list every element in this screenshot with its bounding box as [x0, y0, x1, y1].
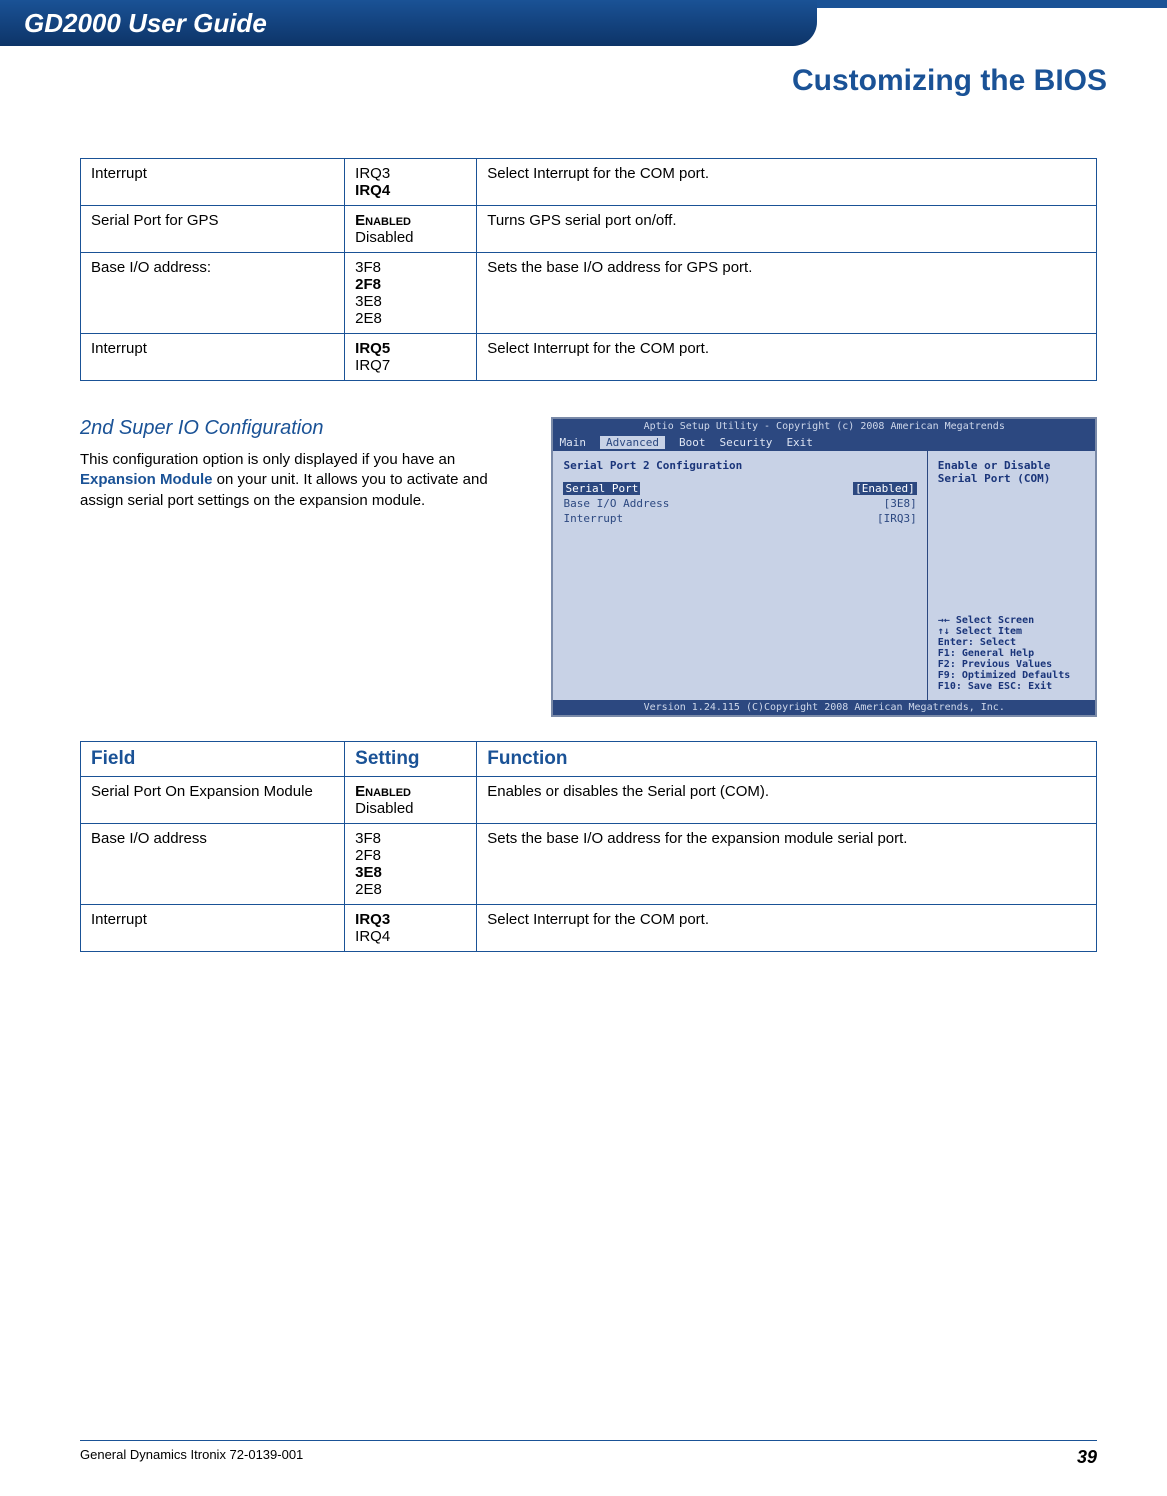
cell-setting: IRQ3IRQ4	[345, 159, 477, 206]
setting-option: 2E8	[355, 310, 466, 327]
cell-field: Base I/O address:	[81, 253, 345, 334]
bios-help-desc: Enable or Disable Serial Port (COM)	[938, 459, 1085, 485]
setting-option: 3F8	[355, 830, 466, 847]
cell-setting: IRQ3IRQ4	[345, 905, 477, 952]
cell-setting: 3F82F83E82E8	[345, 253, 477, 334]
cell-function: Enables or disables the Serial port (COM…	[477, 777, 1097, 824]
th-function: Function	[477, 742, 1097, 777]
cell-setting: IRQ5IRQ7	[345, 334, 477, 381]
setting-option: Disabled	[355, 229, 466, 246]
table-header-row: Field Setting Function	[81, 742, 1097, 777]
setting-option: IRQ3	[355, 165, 466, 182]
bios-right-panel: Enable or Disable Serial Port (COM) →← S…	[928, 451, 1095, 700]
bios-tabs: Main Advanced Boot Security Exit	[553, 434, 1095, 451]
cell-setting: EnabledDisabled	[345, 777, 477, 824]
bios-footer: Version 1.24.115 (C)Copyright 2008 Ameri…	[553, 700, 1095, 715]
setting-option: 3E8	[355, 864, 466, 881]
page-footer: General Dynamics Itronix 72-0139-001 39	[80, 1440, 1097, 1468]
settings-table-1: InterruptIRQ3IRQ4Select Interrupt for th…	[80, 158, 1097, 381]
setting-option: Enabled	[355, 212, 466, 229]
cell-function: Select Interrupt for the COM port.	[477, 905, 1097, 952]
cell-setting: 3F82F83E82E8	[345, 824, 477, 905]
bios-help-line: →← Select Screen	[938, 615, 1085, 626]
table-row: Base I/O address:3F82F83E82E8Sets the ba…	[81, 253, 1097, 334]
setting-option: 2F8	[355, 276, 466, 293]
bios-left-panel: Serial Port 2 Configuration Serial Port[…	[553, 451, 927, 700]
bios-screenshot: Aptio Setup Utility - Copyright (c) 2008…	[551, 417, 1097, 717]
bios-panel-title: Serial Port 2 Configuration	[563, 459, 916, 472]
bios-tab: Exit	[786, 436, 813, 449]
footer-left: General Dynamics Itronix 72-0139-001	[80, 1447, 303, 1468]
table-row: Base I/O address3F82F83E82E8Sets the bas…	[81, 824, 1097, 905]
bios-help-line: F10: Save ESC: Exit	[938, 681, 1085, 692]
bios-help-line: F2: Previous Values	[938, 659, 1085, 670]
table-row: Serial Port On Expansion ModuleEnabledDi…	[81, 777, 1097, 824]
subsection-heading: 2nd Super IO Configuration	[80, 417, 527, 440]
bios-title-bar: Aptio Setup Utility - Copyright (c) 2008…	[553, 419, 1095, 434]
settings-table-2: Field Setting Function Serial Port On Ex…	[80, 741, 1097, 952]
bios-item: Interrupt[IRQ3]	[563, 512, 916, 525]
bios-tab: Advanced	[600, 436, 665, 449]
bios-item: Serial Port[Enabled]	[563, 482, 916, 495]
bios-help-line: F9: Optimized Defaults	[938, 670, 1085, 681]
cell-field: Serial Port for GPS	[81, 206, 345, 253]
cell-field: Interrupt	[81, 159, 345, 206]
expansion-module-link[interactable]: Expansion Module	[80, 471, 213, 488]
cell-field: Interrupt	[81, 905, 345, 952]
cell-function: Turns GPS serial port on/off.	[477, 206, 1097, 253]
setting-option: Enabled	[355, 783, 466, 800]
bios-tab: Main	[559, 436, 586, 449]
table-row: InterruptIRQ3IRQ4Select Interrupt for th…	[81, 159, 1097, 206]
setting-option: 3E8	[355, 293, 466, 310]
cell-function: Select Interrupt for the COM port.	[477, 334, 1097, 381]
cell-function: Select Interrupt for the COM port.	[477, 159, 1097, 206]
setting-option: 2E8	[355, 881, 466, 898]
th-setting: Setting	[345, 742, 477, 777]
bios-help-line: Enter: Select	[938, 637, 1085, 648]
doc-header: GD2000 User Guide	[0, 0, 817, 46]
page-number: 39	[1077, 1447, 1097, 1468]
cell-setting: EnabledDisabled	[345, 206, 477, 253]
body-pre: This configuration option is only displa…	[80, 451, 455, 468]
setting-option: IRQ4	[355, 928, 466, 945]
setting-option: IRQ3	[355, 911, 466, 928]
section-title: Customizing the BIOS	[0, 46, 1167, 98]
bios-help-line: ↑↓ Select Item	[938, 626, 1085, 637]
bios-item: Base I/O Address[3E8]	[563, 497, 916, 510]
setting-option: IRQ5	[355, 340, 466, 357]
setting-option: Disabled	[355, 800, 466, 817]
setting-option: IRQ4	[355, 182, 466, 199]
setting-option: IRQ7	[355, 357, 466, 374]
bios-tab: Security	[719, 436, 772, 449]
subsection-body: This configuration option is only displa…	[80, 450, 527, 511]
cell-function: Sets the base I/O address for GPS port.	[477, 253, 1097, 334]
bios-tab: Boot	[679, 436, 706, 449]
table-row: InterruptIRQ3IRQ4Select Interrupt for th…	[81, 905, 1097, 952]
table-row: InterruptIRQ5IRQ7Select Interrupt for th…	[81, 334, 1097, 381]
setting-option: 2F8	[355, 847, 466, 864]
cell-field: Serial Port On Expansion Module	[81, 777, 345, 824]
cell-field: Base I/O address	[81, 824, 345, 905]
bios-help-line: F1: General Help	[938, 648, 1085, 659]
th-field: Field	[81, 742, 345, 777]
cell-field: Interrupt	[81, 334, 345, 381]
setting-option: 3F8	[355, 259, 466, 276]
table-row: Serial Port for GPSEnabledDisabledTurns …	[81, 206, 1097, 253]
cell-function: Sets the base I/O address for the expans…	[477, 824, 1097, 905]
